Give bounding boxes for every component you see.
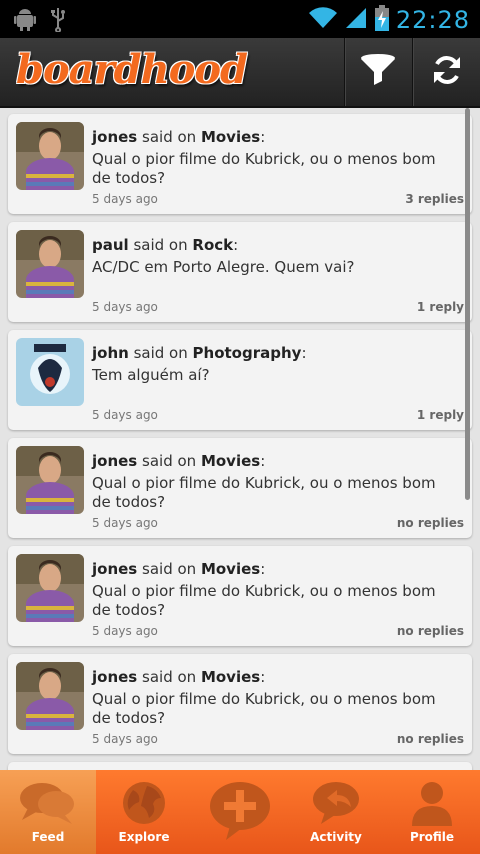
android-debug-icon	[14, 7, 36, 35]
username-link[interactable]: jones	[92, 668, 137, 686]
feed-list[interactable]: jones said on Movies: Qual o pior filme …	[0, 106, 480, 770]
tab-label: Feed	[31, 830, 65, 844]
username-link[interactable]: jones	[92, 452, 137, 470]
action-bar: boardhood	[0, 38, 480, 108]
username-link[interactable]: jones	[92, 128, 137, 146]
post-message: Tem alguém aí?	[92, 366, 210, 384]
tab-label: Activity	[310, 830, 362, 844]
board-link[interactable]: Movies	[201, 560, 260, 578]
post-time: 5 days ago	[92, 408, 158, 422]
post-message: AC/DC em Porto Alegre. Quem vai?	[92, 258, 355, 276]
usb-icon	[50, 6, 66, 36]
feed-item[interactable]	[8, 762, 472, 770]
post-time: 5 days ago	[92, 192, 158, 206]
said-on-text: said on	[142, 668, 197, 686]
username-link[interactable]: jones	[92, 560, 137, 578]
person-avatar[interactable]	[16, 662, 84, 730]
board-link[interactable]: Movies	[201, 128, 260, 146]
board-link[interactable]: Photography	[193, 344, 302, 362]
post-header: jones said on Movies:	[92, 128, 266, 146]
post-message: Qual o pior filme do Kubrick, ou o menos…	[92, 474, 436, 511]
tab-feed[interactable]: Feed	[0, 770, 96, 854]
post-time: 5 days ago	[92, 516, 158, 530]
tab-profile[interactable]: Profile	[384, 770, 480, 854]
reply-count: no replies	[396, 624, 464, 638]
status-bar: 22:28	[0, 0, 480, 38]
filter-button[interactable]	[344, 38, 411, 106]
post-header: jones said on Movies:	[92, 560, 266, 578]
scrollbar[interactable]	[465, 108, 470, 500]
signal-icon	[344, 6, 368, 34]
post-time: 5 days ago	[92, 624, 158, 638]
wifi-icon	[308, 6, 338, 34]
tab-explore[interactable]: Explore	[96, 770, 192, 854]
username-link[interactable]: paul	[92, 236, 129, 254]
tab-label: Profile	[409, 830, 455, 844]
said-on-text: said on	[142, 452, 197, 470]
said-on-text: said on	[142, 560, 197, 578]
person-avatar[interactable]	[16, 122, 84, 190]
feed-item[interactable]: john said on Photography: Tem alguém aí?…	[8, 330, 472, 430]
reply-count: no replies	[396, 516, 464, 530]
feed-item[interactable]: jones said on Movies: Qual o pior filme …	[8, 438, 472, 538]
reply-count: 1 reply	[416, 408, 464, 422]
board-link[interactable]: Movies	[201, 668, 260, 686]
reply-count: 1 reply	[416, 300, 464, 314]
post-header: jones said on Movies:	[92, 668, 266, 686]
feed-item[interactable]: jones said on Movies: Qual o pior filme …	[8, 546, 472, 646]
reply-count: no replies	[396, 732, 464, 746]
tab-activity[interactable]: Activity	[288, 770, 384, 854]
post-message: Qual o pior filme do Kubrick, ou o menos…	[92, 582, 436, 619]
post-time: 5 days ago	[92, 300, 158, 314]
said-on-text: said on	[142, 128, 197, 146]
username-link[interactable]: john	[92, 344, 129, 362]
post-message: Qual o pior filme do Kubrick, ou o menos…	[92, 690, 436, 727]
post-header: john said on Photography:	[92, 344, 307, 362]
app-logo: boardhood	[16, 46, 248, 93]
clock: 22:28	[395, 6, 470, 34]
tab-label: Explore	[118, 830, 170, 844]
post-time: 5 days ago	[92, 732, 158, 746]
post-header: jones said on Movies:	[92, 452, 266, 470]
person-avatar[interactable]	[16, 230, 84, 298]
art-avatar[interactable]	[16, 338, 84, 406]
filter-icon	[360, 53, 396, 91]
person-avatar[interactable]	[16, 554, 84, 622]
person-avatar[interactable]	[16, 446, 84, 514]
feed-item[interactable]: paul said on Rock: AC/DC em Porto Alegre…	[8, 222, 472, 322]
reply-count: 3 replies	[405, 192, 464, 206]
tab-new-post[interactable]	[192, 770, 288, 854]
said-on-text: said on	[133, 236, 188, 254]
feed-item[interactable]: jones said on Movies: Qual o pior filme …	[8, 654, 472, 754]
post-header: paul said on Rock:	[92, 236, 239, 254]
refresh-button[interactable]	[412, 38, 480, 106]
post-message: Qual o pior filme do Kubrick, ou o menos…	[92, 150, 436, 187]
board-link[interactable]: Rock	[192, 236, 233, 254]
tab-bar: Feed Explore Activity Profile	[0, 770, 480, 854]
feed-item[interactable]: jones said on Movies: Qual o pior filme …	[8, 114, 472, 214]
battery-charging-icon	[374, 5, 390, 35]
board-link[interactable]: Movies	[201, 452, 260, 470]
refresh-icon	[430, 53, 464, 91]
said-on-text: said on	[133, 344, 188, 362]
